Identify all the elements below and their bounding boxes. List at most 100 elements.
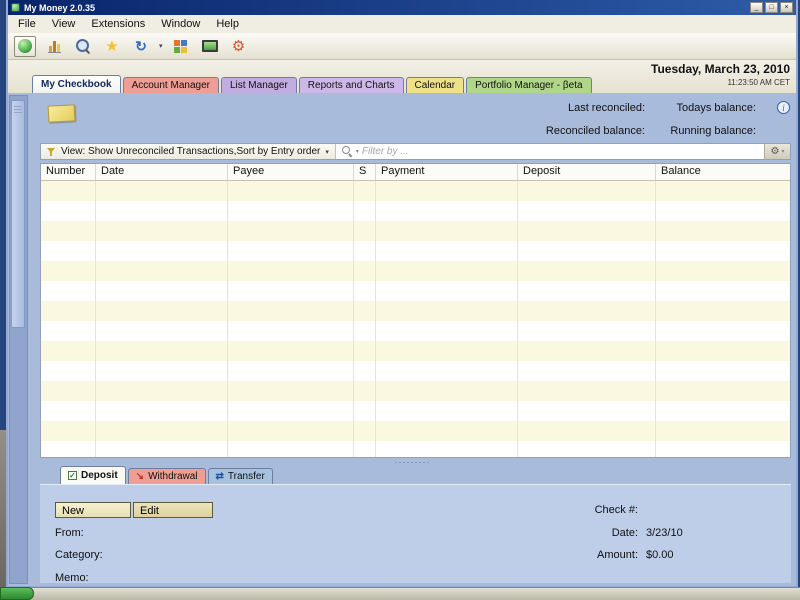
table-row[interactable] [41, 441, 790, 457]
table-cell [656, 341, 790, 361]
column-header-balance[interactable]: Balance [656, 164, 790, 180]
info-icon[interactable]: i [777, 101, 790, 114]
view-selector[interactable]: View: Show Unreconciled Transactions,Sor… [41, 144, 336, 159]
table-row[interactable] [41, 341, 790, 361]
grid-icon[interactable] [170, 36, 192, 57]
menu-file[interactable]: File [10, 16, 44, 32]
close-button[interactable]: × [780, 2, 793, 13]
menu-window[interactable]: Window [153, 16, 208, 32]
table-cell [354, 281, 376, 301]
menu-view[interactable]: View [44, 16, 84, 32]
table-cell [376, 201, 518, 221]
table-cell [228, 201, 354, 221]
column-header-payee[interactable]: Payee [228, 164, 354, 180]
left-scrollbar[interactable] [9, 95, 28, 584]
scrollbar-thumb[interactable] [11, 100, 25, 328]
panel-splitter[interactable]: ········· [32, 457, 793, 467]
column-header-deposit[interactable]: Deposit [518, 164, 656, 180]
running-balance-label: Running balance: [670, 125, 756, 137]
tab-transfer[interactable]: ⇄ Transfer [207, 468, 273, 484]
table-row[interactable] [41, 201, 790, 221]
sort-icon [47, 147, 56, 157]
table-cell [41, 441, 96, 457]
transfer-arrows-icon: ⇄ [215, 470, 224, 482]
table-cell [518, 421, 656, 441]
table-cell [41, 201, 96, 221]
table-cell [41, 181, 96, 201]
table-row[interactable] [41, 281, 790, 301]
screen-icon[interactable] [199, 36, 221, 57]
toolbar: ★ ↻ ▾ ⚙ [8, 33, 796, 60]
table-cell [228, 421, 354, 441]
main-area: Last reconciled: Todays balance: Reconci… [32, 93, 793, 584]
table-cell [376, 221, 518, 241]
maximize-button[interactable]: □ [765, 2, 778, 13]
tab-reports-and-charts[interactable]: Reports and Charts [298, 77, 404, 93]
app-icon [11, 3, 20, 12]
table-cell [96, 181, 228, 201]
table-cell [376, 261, 518, 281]
table-row[interactable] [41, 181, 790, 201]
filter-input[interactable] [361, 146, 764, 157]
table-cell [518, 221, 656, 241]
tab-account-manager[interactable]: Account Manager [122, 77, 219, 93]
table-cell [96, 301, 228, 321]
tab-portfolio-manager[interactable]: Portfolio Manager - βeta [466, 77, 592, 93]
table-cell [354, 381, 376, 401]
refresh-dropdown-icon[interactable]: ▾ [159, 42, 163, 50]
tab-deposit[interactable]: ✓ Deposit [60, 466, 126, 484]
star-icon[interactable]: ★ [101, 36, 123, 57]
column-header-number[interactable]: Number [41, 164, 96, 180]
tab-calendar[interactable]: Calendar [405, 77, 465, 93]
table-row[interactable] [41, 421, 790, 441]
options-gear-icon: ⚙ [770, 145, 780, 157]
date-value: 3/23/10 [646, 527, 683, 539]
table-cell [228, 181, 354, 201]
transactions-table: Number Date Payee S Payment Deposit Balance [40, 163, 791, 458]
column-header-s[interactable]: S [354, 164, 376, 180]
home-icon[interactable] [14, 35, 36, 57]
table-row[interactable] [41, 261, 790, 281]
filter-dropdown-icon[interactable]: ▾ [356, 148, 359, 155]
column-header-date[interactable]: Date [96, 164, 228, 180]
new-button[interactable]: New [55, 502, 131, 518]
table-cell [41, 381, 96, 401]
menu-help[interactable]: Help [208, 16, 247, 32]
tab-list-manager[interactable]: List Manager [220, 77, 297, 93]
last-reconciled-label: Last reconciled: [567, 102, 645, 114]
taskbar [0, 587, 800, 600]
table-row[interactable] [41, 361, 790, 381]
table-row[interactable] [41, 301, 790, 321]
table-cell [354, 401, 376, 421]
column-header-payment[interactable]: Payment [376, 164, 518, 180]
zoom-icon[interactable] [72, 36, 94, 57]
table-row[interactable] [41, 321, 790, 341]
table-row[interactable] [41, 381, 790, 401]
table-cell [41, 421, 96, 441]
view-dropdown-icon: ▾ [325, 148, 329, 156]
table-body [41, 181, 790, 457]
gear-icon[interactable]: ⚙ [228, 36, 250, 57]
table-row[interactable] [41, 401, 790, 421]
table-row[interactable] [41, 241, 790, 261]
refresh-icon[interactable]: ↻ [130, 36, 152, 57]
minimize-button[interactable]: _ [750, 2, 763, 13]
tab-withdrawal[interactable]: ↘ Withdrawal [127, 468, 206, 484]
table-cell [354, 321, 376, 341]
table-row[interactable] [41, 221, 790, 241]
edit-button[interactable]: Edit [133, 502, 213, 518]
table-cell [376, 421, 518, 441]
search-icon [341, 146, 353, 157]
reconciled-balance-label: Reconciled balance: [545, 125, 645, 137]
start-button[interactable] [0, 587, 34, 600]
table-cell [656, 441, 790, 457]
tab-withdrawal-label: Withdrawal [148, 471, 198, 482]
scrollbar-grip [14, 106, 22, 114]
table-cell [376, 301, 518, 321]
amount-label: Amount: [597, 549, 638, 561]
menu-extensions[interactable]: Extensions [83, 16, 153, 32]
options-caret-icon: ▾ [781, 149, 785, 155]
tab-my-checkbook[interactable]: My Checkbook [32, 75, 121, 93]
chart-icon[interactable] [43, 36, 65, 57]
register-options-button[interactable]: ⚙ ▾ [764, 144, 790, 159]
